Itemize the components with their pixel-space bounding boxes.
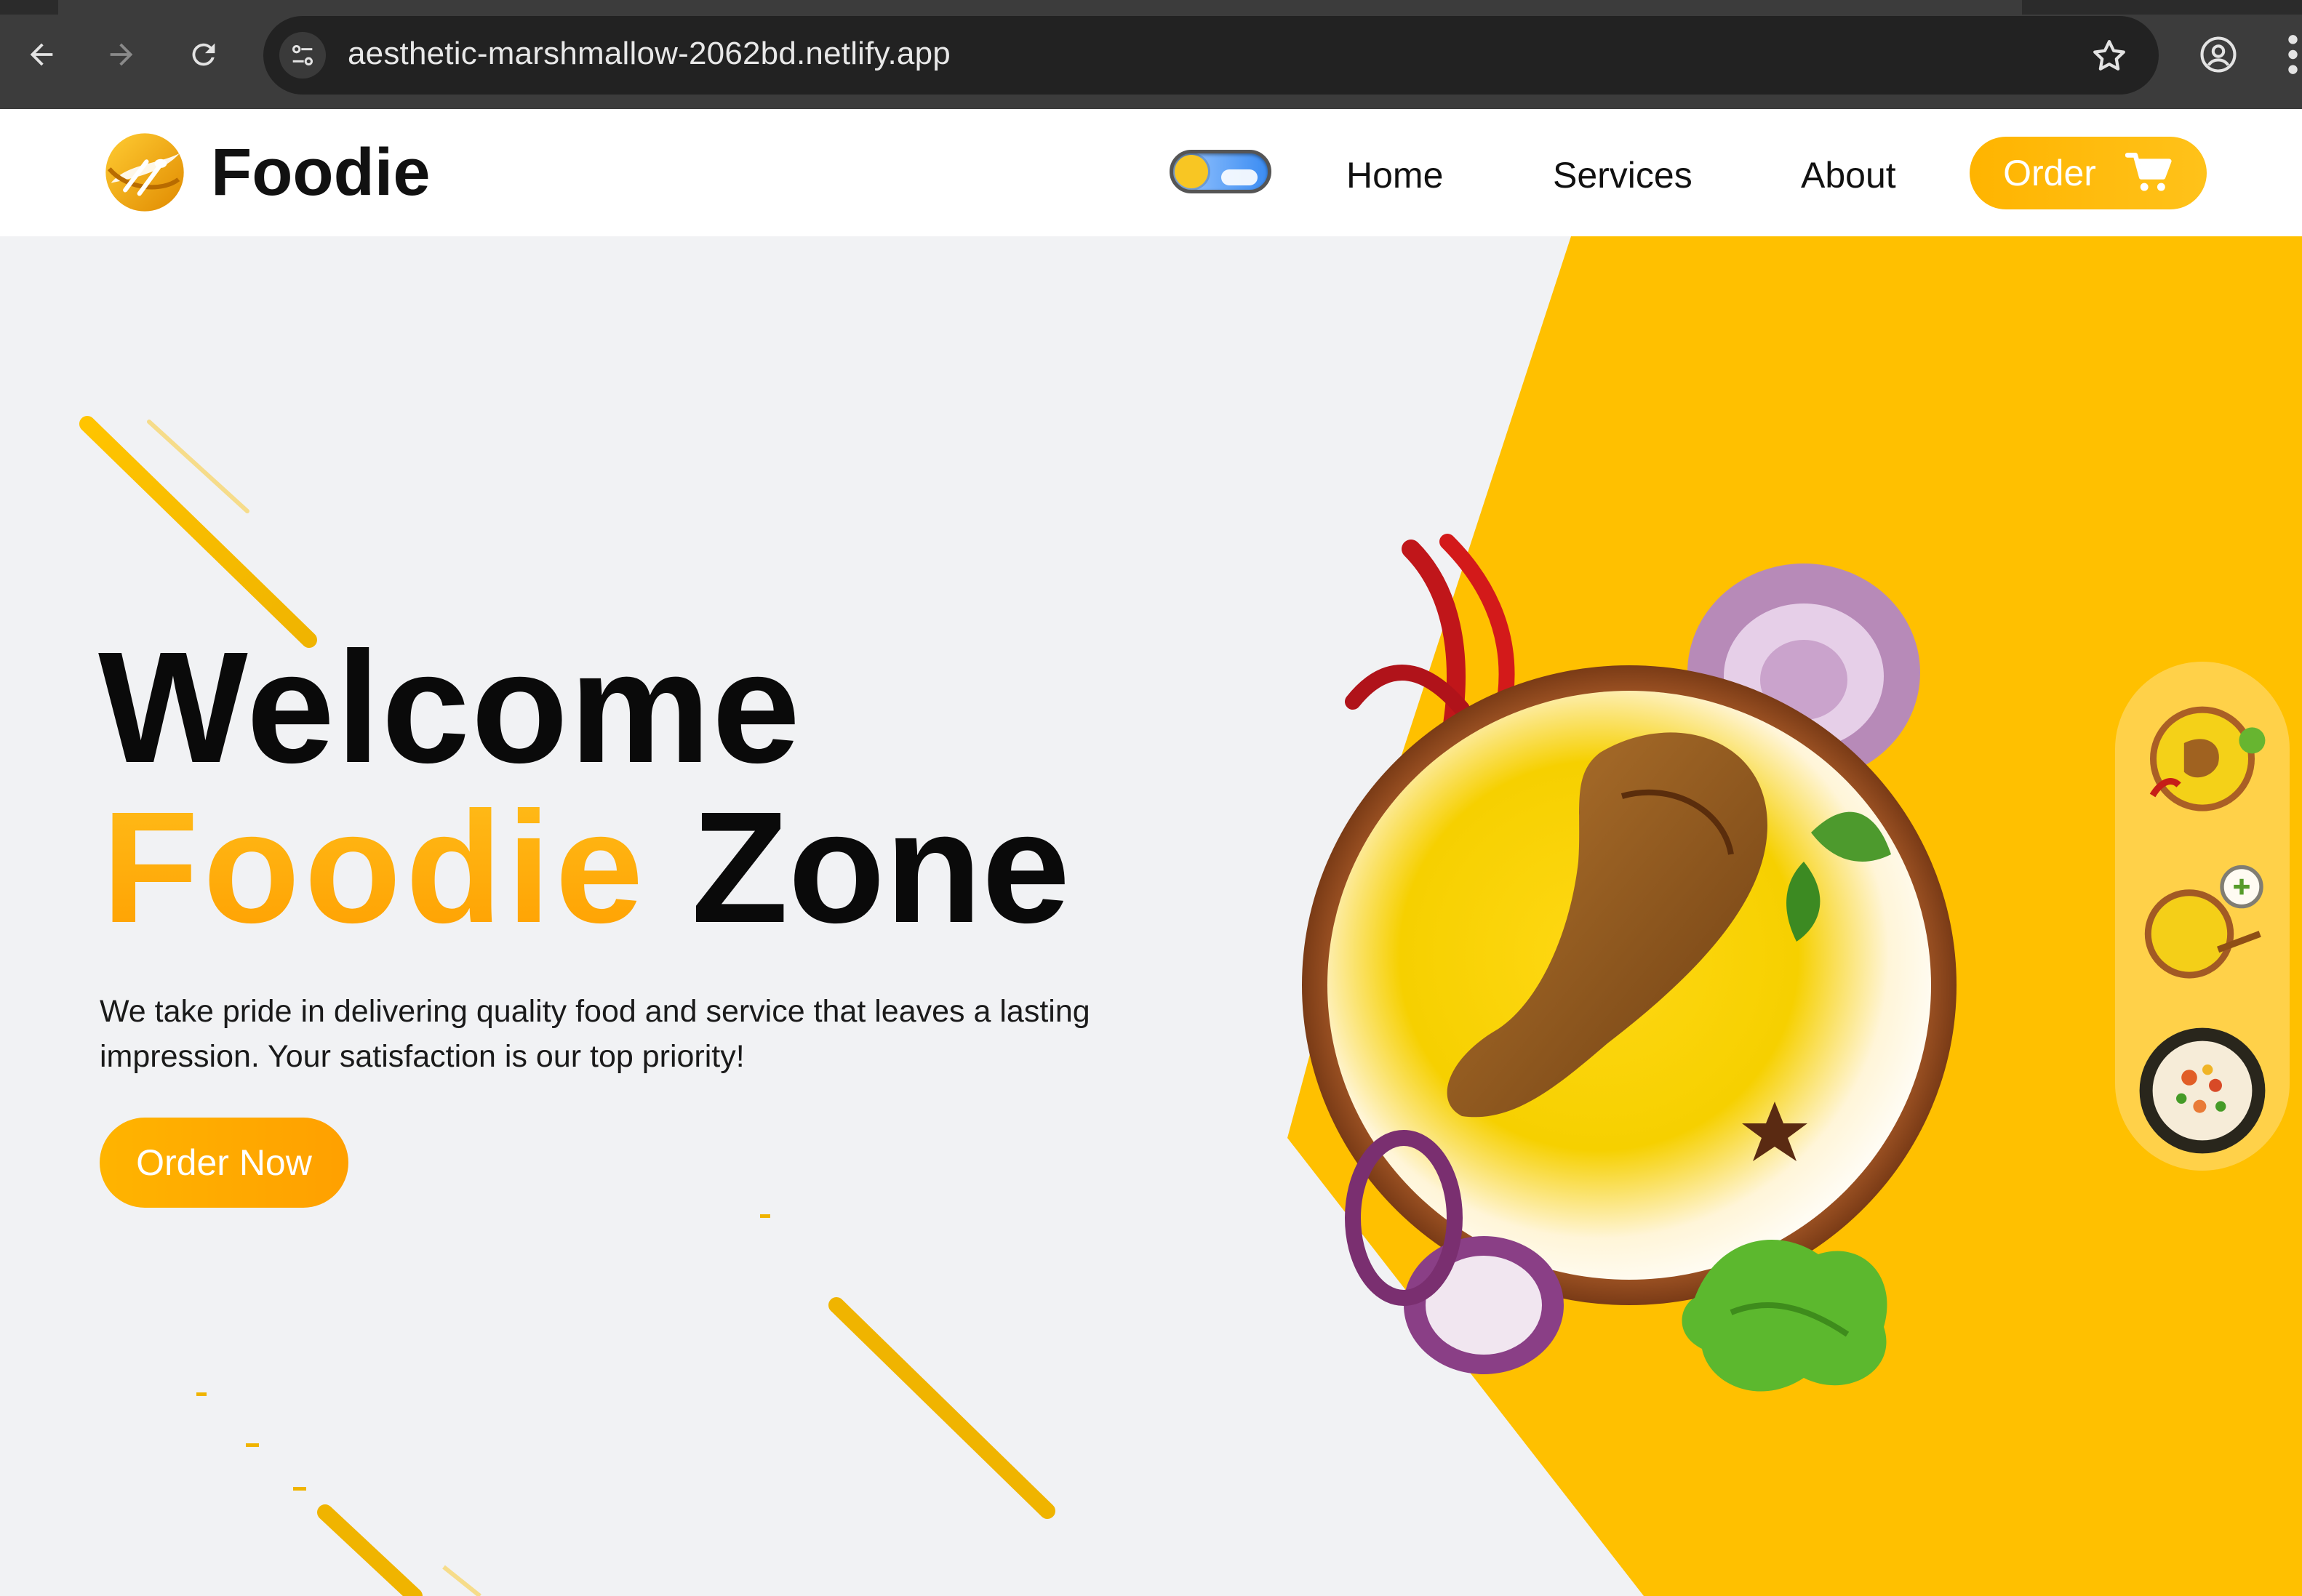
cart-icon — [2125, 153, 2172, 191]
hero-title-accent: Foodie — [102, 779, 648, 956]
order-button-label: Order — [2003, 153, 2096, 193]
forward-button[interactable] — [96, 29, 147, 80]
biryani-plate-thumbnail[interactable] — [2137, 691, 2268, 822]
active-tab[interactable] — [58, 0, 2022, 15]
arrow-left-icon — [30, 43, 53, 66]
browser-toolbar: aesthetic-marshmallow-2062bd.netlify.app — [0, 0, 2302, 109]
kebab-menu-icon[interactable] — [2284, 32, 2302, 77]
order-button[interactable]: Order — [1970, 137, 2207, 209]
account-circle-icon — [2200, 36, 2237, 73]
biryani-plate-image — [1302, 534, 1957, 1392]
address-bar[interactable]: aesthetic-marshmallow-2062bd.netlify.app — [263, 16, 2159, 95]
sun-icon — [1175, 155, 1208, 188]
logo[interactable]: Foodie — [100, 128, 431, 217]
thumbnail-rail — [2115, 662, 2290, 1171]
tune-icon — [292, 45, 313, 66]
site-header: Foodie Home Services About Order — [0, 109, 2302, 236]
nav-home[interactable]: Home — [1346, 154, 1443, 196]
tab-strip — [0, 0, 2302, 15]
nav-services[interactable]: Services — [1553, 154, 1692, 196]
site-info-button[interactable] — [279, 32, 326, 79]
profile-button[interactable] — [2193, 29, 2244, 80]
order-now-button[interactable]: Order Now — [100, 1118, 348, 1208]
theme-toggle[interactable] — [1170, 150, 1271, 193]
logo-text: Foodie — [211, 135, 431, 209]
hero-title-line1: Welcome — [98, 619, 802, 796]
star-icon[interactable] — [2089, 36, 2130, 76]
hero-title-line2: Foodie Zone — [102, 789, 1070, 947]
arrow-right-icon — [110, 43, 133, 66]
back-button[interactable] — [16, 29, 67, 80]
biryani-raita-thumbnail[interactable] — [2137, 858, 2268, 989]
hero-section: Welcome Foodie Zone We take pride in deli… — [0, 236, 2302, 1596]
fork-spoon-logo-icon — [105, 133, 184, 212]
hero-tagline: We take pride in delivering quality food… — [100, 994, 1090, 1074]
cloud-icon — [1221, 169, 1258, 185]
vegetable-rice-thumbnail[interactable] — [2137, 1025, 2268, 1156]
reload-icon — [192, 43, 215, 66]
url-text[interactable]: aesthetic-marshmallow-2062bd.netlify.app — [348, 36, 951, 72]
hero-title-rest: Zone — [691, 779, 1071, 956]
nav-about[interactable]: About — [1801, 154, 1896, 196]
reload-button[interactable] — [178, 29, 229, 80]
